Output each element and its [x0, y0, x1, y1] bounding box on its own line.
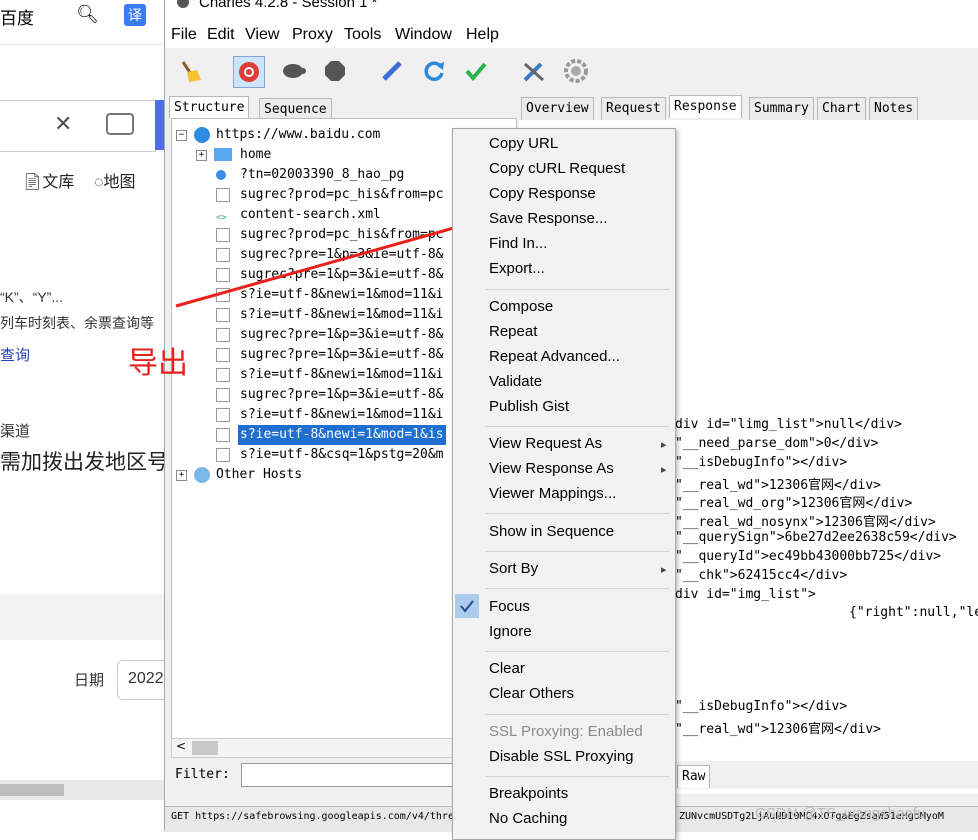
menu-item-repeat-advanced[interactable]: Repeat Advanced...	[489, 348, 620, 365]
submenu-arrow-icon: ▸	[661, 463, 667, 476]
menu-separator	[485, 588, 669, 589]
menu-separator	[485, 776, 669, 777]
menu-item-publish-gist[interactable]: Publish Gist	[489, 398, 569, 415]
menu-item-repeat[interactable]: Repeat	[489, 323, 537, 340]
menu-item-validate[interactable]: Validate	[489, 373, 542, 390]
menu-item-clear[interactable]: Clear	[489, 660, 525, 677]
menu-item-viewer-mappings[interactable]: Viewer Mappings...	[489, 485, 616, 502]
menu-item-view-response-as[interactable]: View Response As	[489, 460, 614, 477]
menu-separator	[485, 551, 669, 552]
menu-separator	[485, 426, 669, 427]
annotation-arrow-line	[175, 222, 469, 308]
menu-item-clear-others[interactable]: Clear Others	[489, 685, 574, 702]
menu-item-save-response[interactable]: Save Response...	[489, 210, 607, 227]
menu-separator	[485, 289, 669, 290]
menu-item-find-in[interactable]: Find In...	[489, 235, 547, 252]
submenu-arrow-icon: ▸	[661, 563, 667, 576]
menu-item-breakpoints[interactable]: Breakpoints	[489, 785, 568, 802]
menu-item-sort-by[interactable]: Sort By	[489, 560, 538, 577]
context-menu: Copy URL Copy cURL Request Copy Response…	[452, 128, 676, 840]
submenu-arrow-icon: ▸	[661, 438, 667, 451]
menu-item-export[interactable]: Export...	[489, 260, 545, 277]
menu-item-ssl-proxying-status: SSL Proxying: Enabled	[489, 723, 643, 740]
annotation-label: 导出	[128, 347, 188, 380]
menu-item-disable-ssl-proxying[interactable]: Disable SSL Proxying	[489, 748, 634, 765]
menu-item-view-request-as[interactable]: View Request As	[489, 435, 602, 452]
menu-separator	[485, 651, 669, 652]
check-icon	[455, 594, 479, 618]
menu-item-copy-url[interactable]: Copy URL	[489, 135, 558, 152]
menu-item-show-in-sequence[interactable]: Show in Sequence	[489, 523, 614, 540]
menu-item-no-caching[interactable]: No Caching	[489, 810, 567, 827]
menu-item-copy-response[interactable]: Copy Response	[489, 185, 596, 202]
menu-item-focus[interactable]: Focus	[489, 598, 530, 615]
menu-item-compose[interactable]: Compose	[489, 298, 553, 315]
menu-item-ignore[interactable]: Ignore	[489, 623, 532, 640]
menu-item-copy-curl[interactable]: Copy cURL Request	[489, 160, 625, 177]
menu-separator	[485, 714, 669, 715]
menu-separator	[485, 513, 669, 514]
